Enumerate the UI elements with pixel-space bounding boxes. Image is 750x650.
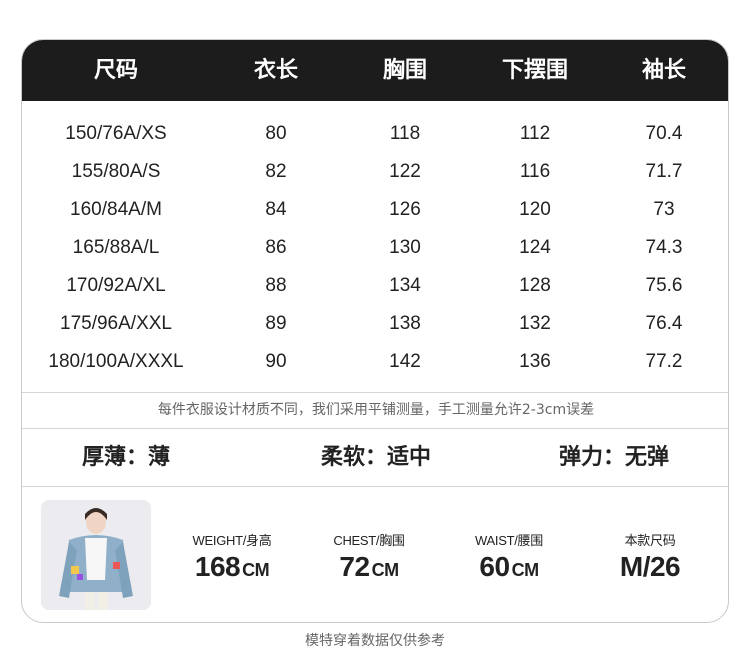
model-waist-unit: CM <box>511 560 540 580</box>
footer-note: 模特穿着数据仅供参考 <box>305 633 445 649</box>
model-waist-label: WAIST/腰围 <box>475 533 543 548</box>
cell-length: 89 <box>265 313 287 334</box>
cell-hem: 116 <box>519 161 551 182</box>
cell-length: 86 <box>265 237 287 258</box>
cell-sleeve: 75.6 <box>645 275 683 296</box>
model-photo <box>41 500 151 610</box>
cell-hem: 124 <box>519 237 551 258</box>
cell-size: 155/80A/S <box>71 161 161 182</box>
cell-chest: 122 <box>389 161 421 182</box>
cell-hem: 136 <box>519 351 551 372</box>
model-chest-value: 72 <box>339 551 370 582</box>
cell-hem: 128 <box>519 275 551 296</box>
cell-chest: 130 <box>389 237 421 258</box>
property-softness: 柔软：适中 <box>320 445 432 470</box>
model-chest-unit: CM <box>371 560 400 580</box>
cell-length: 80 <box>265 123 287 144</box>
cell-hem: 132 <box>519 313 551 334</box>
header-size: 尺码 <box>93 58 139 83</box>
cell-size: 160/84A/M <box>70 199 162 220</box>
table-row: 155/80A/S 82 122 116 71.7 <box>22 153 728 191</box>
model-size-value: M/26 <box>619 551 681 582</box>
model-height-unit: CM <box>242 560 270 580</box>
cell-length: 84 <box>265 199 287 220</box>
cell-sleeve: 77.2 <box>645 351 683 372</box>
model-chest-label: CHEST/胸围 <box>333 533 405 548</box>
table-row: 180/100A/XXXL 90 142 136 77.2 <box>22 343 728 381</box>
table-row: 160/84A/M 84 126 120 73 <box>22 191 728 229</box>
fabric-properties: 厚薄：薄 柔软：适中 弹力：无弹 <box>22 429 728 487</box>
property-thickness: 厚薄：薄 <box>81 445 171 470</box>
header-chest: 胸围 <box>382 58 428 83</box>
header-hem: 下摆围 <box>501 58 569 83</box>
cell-chest: 142 <box>389 351 421 372</box>
cell-size: 165/88A/L <box>72 237 160 258</box>
model-waist: WAIST/腰围 60 CM <box>475 530 543 583</box>
cell-length: 82 <box>265 161 287 182</box>
cell-sleeve: 76.4 <box>645 313 683 334</box>
table-row: 170/92A/XL 88 134 128 75.6 <box>22 267 728 305</box>
cell-length: 90 <box>265 351 287 372</box>
measurement-note: 每件衣服设计材质不同，我们采用平铺测量，手工测量允许2-3cm误差 <box>22 392 728 429</box>
cell-sleeve: 71.7 <box>645 161 683 182</box>
size-chart-card: 尺码 衣长 胸围 下摆围 袖长 150/76A/XS 80 118 112 70.4 15… <box>21 39 729 623</box>
cell-hem: 120 <box>519 199 551 220</box>
header-length: 衣长 <box>253 58 299 83</box>
cell-chest: 118 <box>389 123 421 144</box>
cell-length: 88 <box>265 275 287 296</box>
model-height: WEIGHT/身高 168 CM <box>193 530 272 583</box>
cell-size: 180/100A/XXXL <box>48 351 184 372</box>
cell-size: 170/92A/XL <box>66 275 166 296</box>
table-row: 150/76A/XS 80 118 112 70.4 <box>22 115 728 153</box>
table-row: 175/96A/XXL 89 138 132 76.4 <box>22 305 728 343</box>
property-elasticity: 弹力：无弹 <box>558 445 670 470</box>
model-chest: CHEST/胸围 72 CM <box>333 530 405 583</box>
header-sleeve: 袖长 <box>641 58 687 83</box>
model-height-label: WEIGHT/身高 <box>192 533 272 548</box>
cell-chest: 134 <box>389 275 421 296</box>
cell-chest: 138 <box>389 313 421 334</box>
table-row: 165/88A/L 86 130 124 74.3 <box>22 229 728 267</box>
cell-hem: 112 <box>519 123 551 144</box>
model-size: 本款尺码 M/26 <box>619 530 681 583</box>
cell-sleeve: 74.3 <box>645 237 683 258</box>
cell-size: 175/96A/XXL <box>60 313 172 334</box>
model-size-label: 本款尺码 <box>624 533 676 548</box>
cell-chest: 126 <box>389 199 421 220</box>
cell-sleeve: 70.4 <box>645 123 683 144</box>
model-waist-value: 60 <box>479 551 510 582</box>
cell-size: 150/76A/XS <box>65 123 167 144</box>
table-body: 150/76A/XS 80 118 112 70.4 155/80A/S 82 122 116 7… <box>22 115 728 381</box>
cell-sleeve: 73 <box>653 199 675 220</box>
model-height-value: 168 <box>194 551 241 582</box>
table-header: 尺码 衣长 胸围 下摆围 袖长 <box>22 40 728 101</box>
